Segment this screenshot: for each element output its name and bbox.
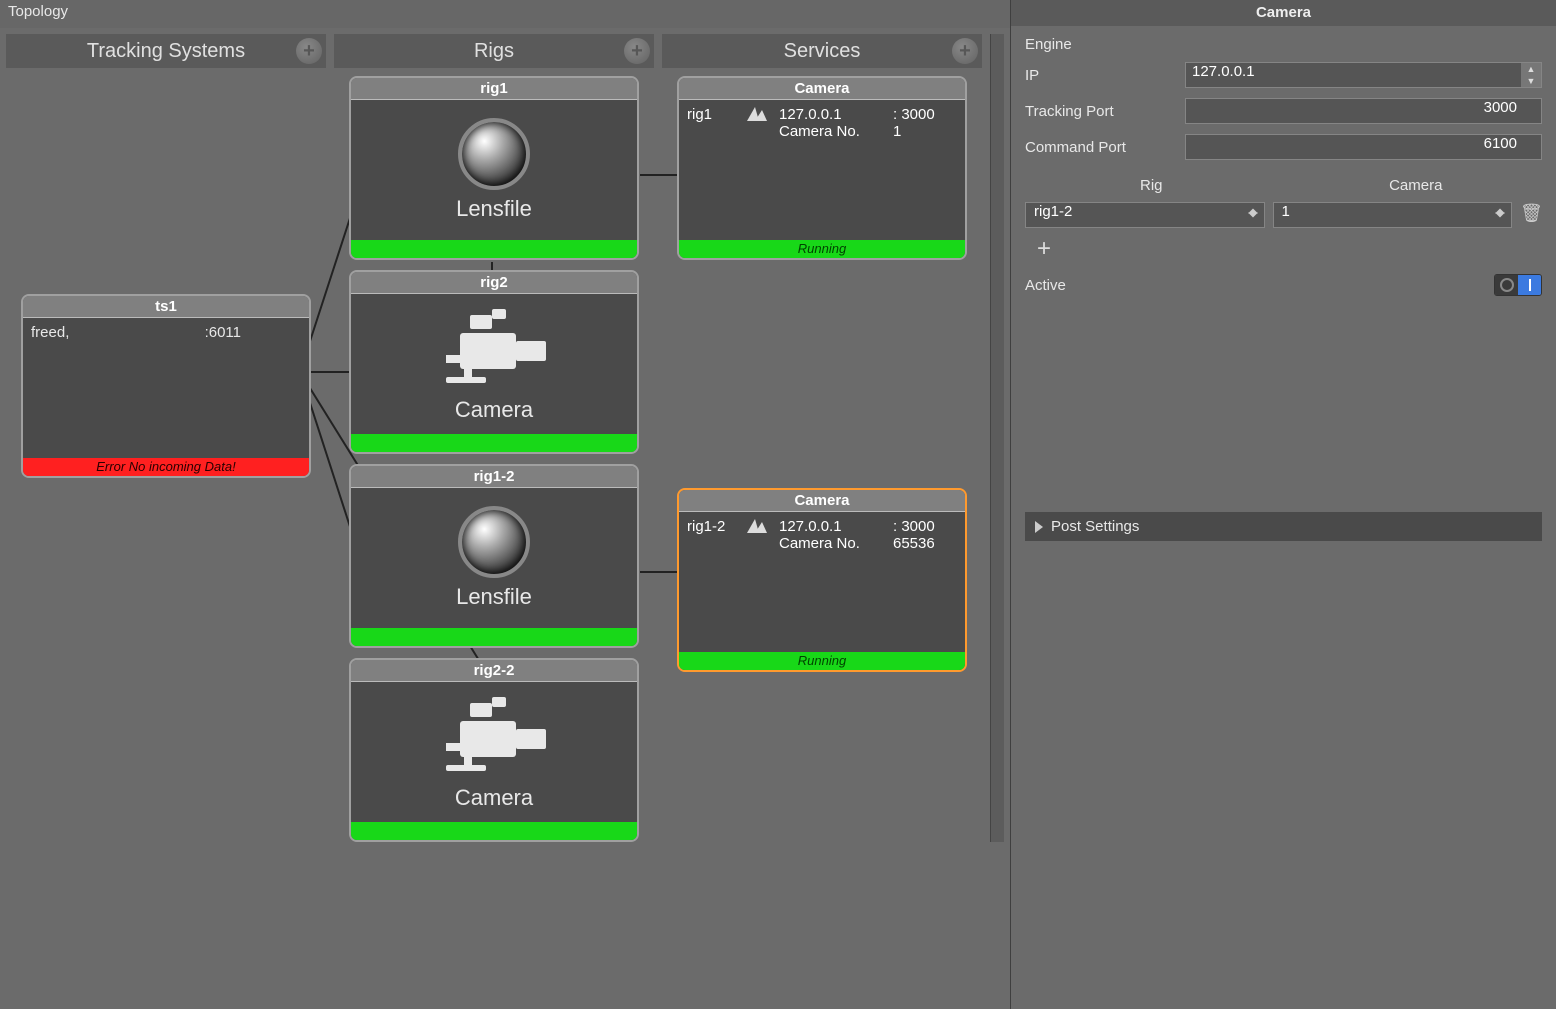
camera-icon — [434, 305, 554, 391]
svc2-camno-value: 65536 — [893, 535, 957, 552]
svc1-ip: 127.0.0.1 — [779, 106, 885, 123]
svc1-title: Camera — [679, 78, 965, 100]
lens-icon — [458, 118, 530, 190]
add-tracking-system-button[interactable] — [296, 38, 322, 64]
active-toggle[interactable] — [1494, 274, 1542, 296]
ip-label: IP — [1025, 67, 1185, 84]
svc2-status: Running — [679, 652, 965, 670]
camera-column-header: Camera — [1290, 177, 1543, 194]
svc2-title: Camera — [679, 490, 965, 512]
lens-icon — [458, 506, 530, 578]
inspector-title: Camera — [1011, 0, 1556, 26]
post-settings-label: Post Settings — [1051, 518, 1139, 535]
ip-input[interactable]: 127.0.0.1 ▲▼ — [1185, 62, 1542, 88]
rig-select[interactable]: rig1-2 — [1025, 202, 1265, 228]
column-services: Services Camera rig1 127.0.0.1 : 3000 — [662, 34, 982, 842]
command-port-input[interactable]: 6100 — [1185, 134, 1542, 160]
node-service-camera-2[interactable]: Camera rig1-2 127.0.0.1 : 3000 C — [677, 488, 967, 672]
rig1-label: Lensfile — [456, 196, 532, 222]
ip-stepper[interactable]: ▲▼ — [1521, 63, 1541, 87]
column-header-tracking: Tracking Systems — [6, 34, 326, 68]
viz-icon — [747, 106, 771, 123]
svc1-port: : 3000 — [893, 106, 957, 123]
rig2-label: Camera — [455, 397, 533, 423]
rig1-2-label: Lensfile — [456, 584, 532, 610]
delete-mapping-button[interactable]: 🗑 — [1520, 203, 1542, 227]
active-label: Active — [1025, 277, 1066, 294]
ts1-protocol: freed, — [31, 324, 69, 341]
node-rig2[interactable]: rig2 — [349, 270, 639, 454]
engine-label: Engine — [1025, 36, 1542, 53]
node-ts1[interactable]: ts1 freed, :6011 Error No incoming Data! — [21, 294, 311, 478]
column-title-rigs: Rigs — [474, 40, 514, 63]
add-mapping-button[interactable]: + — [1037, 238, 1065, 266]
node-rig2-2-title: rig2-2 — [351, 660, 637, 682]
svc2-camno-label: Camera No. — [779, 535, 885, 552]
tracking-port-input[interactable]: 3000 — [1185, 98, 1542, 124]
svc1-status: Running — [679, 240, 965, 258]
camera-select[interactable]: 1 — [1273, 202, 1513, 228]
topology-title: Topology — [0, 0, 1010, 28]
topology-scrollbar[interactable] — [990, 34, 1004, 842]
rig1-status — [351, 240, 637, 258]
inspector-panel: Camera Engine IP 127.0.0.1 ▲▼ Tracking P… — [1010, 0, 1556, 1009]
chevron-right-icon — [1035, 521, 1043, 533]
ts1-status: Error No incoming Data! — [23, 458, 309, 476]
svc1-rig: rig1 — [687, 106, 739, 123]
column-title-services: Services — [784, 40, 861, 63]
column-title-tracking: Tracking Systems — [87, 40, 245, 63]
add-service-button[interactable] — [952, 38, 978, 64]
node-service-camera-1[interactable]: Camera rig1 127.0.0.1 : 3000 Cam — [677, 76, 967, 260]
command-port-label: Command Port — [1025, 139, 1185, 156]
rig-column-header: Rig — [1025, 177, 1278, 194]
ts1-port: :6011 — [205, 324, 241, 341]
column-rigs: Rigs rig1 Lensfile rig2 — [334, 34, 654, 842]
svc2-port: : 3000 — [893, 518, 957, 535]
svc1-camno-label: Camera No. — [779, 123, 885, 140]
camera-icon — [434, 693, 554, 779]
column-tracking-systems: Tracking Systems ts1 freed, :6011 Error … — [6, 34, 326, 842]
column-header-services: Services — [662, 34, 982, 68]
rig1-2-status — [351, 628, 637, 646]
node-rig1-title: rig1 — [351, 78, 637, 100]
post-settings-section[interactable]: Post Settings — [1025, 512, 1542, 541]
column-header-rigs: Rigs — [334, 34, 654, 68]
node-rig1-2-title: rig1-2 — [351, 466, 637, 488]
rig2-status — [351, 434, 637, 452]
svc2-rig: rig1-2 — [687, 518, 739, 535]
rig2-2-status — [351, 822, 637, 840]
node-rig1[interactable]: rig1 Lensfile — [349, 76, 639, 260]
node-rig1-2[interactable]: rig1-2 Lensfile — [349, 464, 639, 648]
node-rig2-title: rig2 — [351, 272, 637, 294]
node-rig2-2[interactable]: rig2-2 — [349, 658, 639, 842]
add-rig-button[interactable] — [624, 38, 650, 64]
node-ts1-title: ts1 — [23, 296, 309, 318]
viz-icon — [747, 518, 771, 535]
svc1-camno-value: 1 — [893, 123, 957, 140]
rig2-2-label: Camera — [455, 785, 533, 811]
tracking-port-label: Tracking Port — [1025, 103, 1185, 120]
svc2-ip: 127.0.0.1 — [779, 518, 885, 535]
